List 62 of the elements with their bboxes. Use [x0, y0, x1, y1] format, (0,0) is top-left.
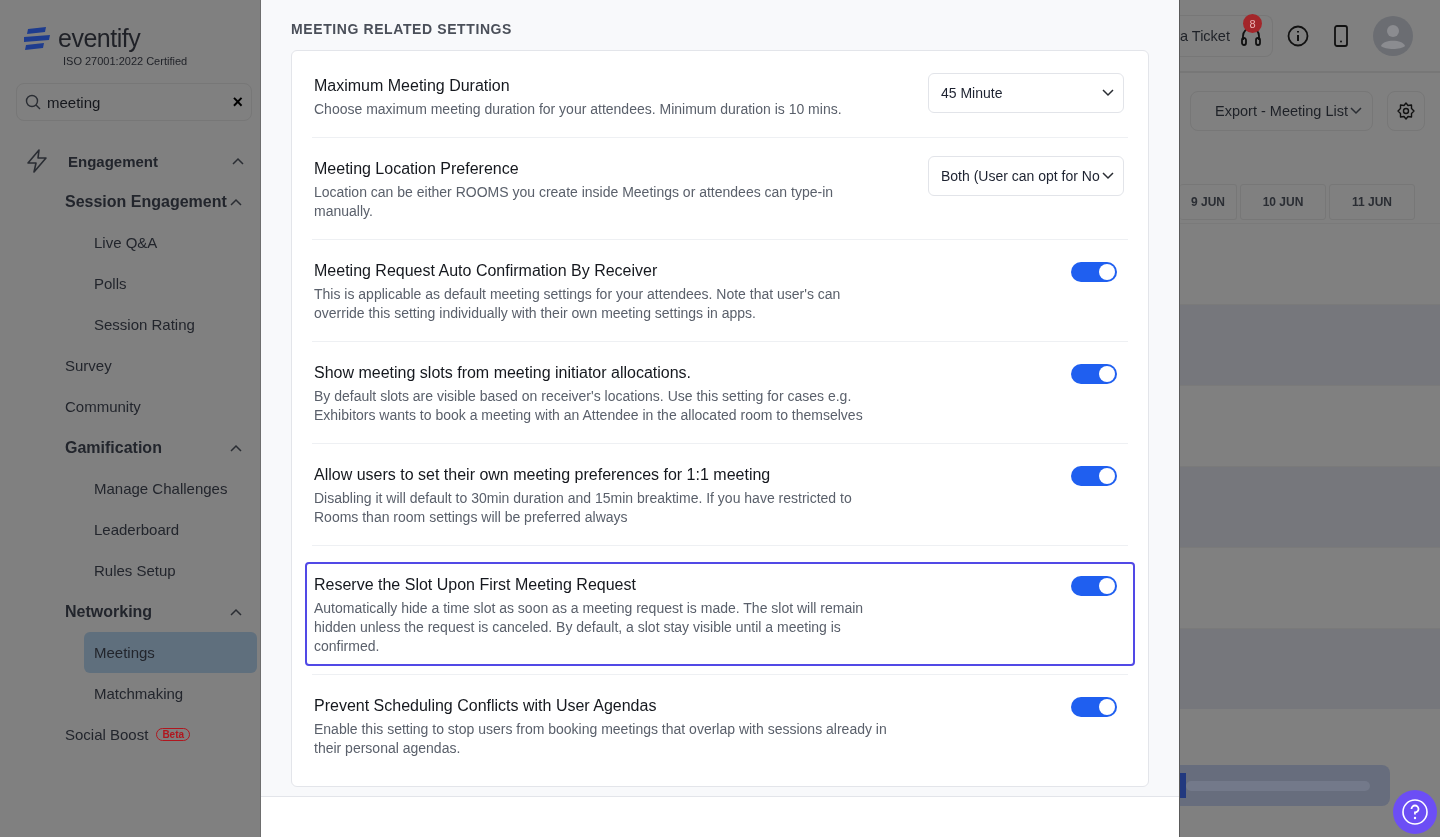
date-header: 11 JUN	[1329, 184, 1415, 220]
dropdown[interactable]: Both (User can opt for No	[928, 156, 1124, 196]
nav-item[interactable]: Community	[65, 398, 141, 415]
help-button[interactable]	[1393, 790, 1437, 834]
toggle-switch[interactable]	[1071, 364, 1117, 384]
search-icon	[25, 94, 41, 110]
setting-description: Enable this setting to stop users from booking meetings that overlap with sessions already in their personal agendas.	[314, 720, 888, 758]
toggle-switch[interactable]	[1071, 262, 1117, 282]
logo-text: eventify	[58, 24, 141, 53]
nav-section[interactable]: Engagement	[68, 152, 232, 170]
chevron-icon	[230, 197, 242, 206]
toggle-switch[interactable]	[1071, 697, 1117, 717]
setting-title: Meeting Request Auto Confirmation By Receiver	[314, 262, 659, 280]
export-dropdown[interactable]: Export - Meeting List	[1190, 91, 1373, 131]
settings-button[interactable]	[1387, 91, 1425, 131]
setting-description: Location can be either ROOMS you create inside Meetings or attendees can type-in manually.	[314, 183, 835, 221]
nav-group[interactable]: Networking	[65, 602, 230, 621]
nav-group[interactable]: Gamification	[65, 438, 230, 457]
nav-item[interactable]: Rules Setup	[84, 550, 257, 591]
setting-title: Maximum Meeting Duration	[314, 77, 511, 95]
setting-description: By default slots are visible based on receiver's locations. Use this setting for cases e.g. Exhibitors wants to book a meeting with an Attendee in the allocated room to themselves	[314, 387, 864, 425]
date-header: 9 JUN	[1180, 184, 1237, 220]
certification-text: ISO 27001:2022 Certified	[63, 55, 189, 67]
setting-title: Reserve the Slot Upon First Meeting Request	[314, 576, 637, 594]
info-icon[interactable]	[1286, 24, 1309, 47]
setting-title: Meeting Location Preference	[314, 160, 520, 178]
setting-description: Disabling it will default to 30min duration and 15min breaktime. If you have restricted to Rooms than room settings will be preferred always	[314, 489, 853, 527]
dropdown[interactable]: 45 Minute	[928, 73, 1124, 113]
nav-item[interactable]: Social Boost	[65, 726, 149, 743]
nav-item[interactable]: Survey	[65, 357, 112, 374]
nav-group[interactable]: Session Engagement	[65, 192, 230, 211]
help-icon	[1401, 798, 1429, 826]
nav-item[interactable]: Live Q&A	[84, 222, 257, 263]
date-header: 10 JUN	[1240, 184, 1326, 220]
clear-button[interactable]: ×	[232, 91, 243, 113]
chevron-icon	[1102, 172, 1114, 180]
nav-item[interactable]: Meetings	[84, 632, 257, 673]
setting-title: Allow users to set their own meeting preferences for 1:1 meeting	[314, 466, 772, 484]
nav-item[interactable]: Session Rating	[84, 304, 257, 345]
setting-description: This is applicable as default meeting settings for your attendees. Note that user's can override this setting individually with their own meeting settings in apps.	[314, 285, 842, 323]
chevron-icon	[1350, 107, 1362, 115]
logo-icon	[24, 26, 52, 51]
nav-item[interactable]: Leaderboard	[84, 509, 257, 550]
search-field[interactable]: meeting ×	[16, 83, 252, 121]
chevron-icon	[1102, 89, 1114, 97]
settings-icon	[1397, 102, 1415, 120]
setting-description: Choose maximum meeting duration for your attendees. Minimum duration is 10 mins.	[314, 100, 843, 119]
section-title: MEETING RELATED SETTINGS	[291, 21, 514, 37]
setting-description: Automatically hide a time slot as soon as a meeting request is made. The slot will remain hidden unless the request is canceled. By default, a slot stay visible until a meeting is confirmed.	[314, 599, 865, 656]
chevron-icon	[230, 443, 242, 452]
nav-item[interactable]: Matchmaking	[84, 673, 257, 714]
chevron-icon	[230, 607, 242, 616]
lightning-icon	[26, 149, 48, 173]
notification-badge: 8	[1243, 14, 1262, 33]
chevron-icon	[232, 157, 244, 165]
toggle-switch[interactable]	[1071, 576, 1117, 596]
toggle-switch[interactable]	[1071, 466, 1117, 486]
nav-item[interactable]: Polls	[84, 263, 257, 304]
setting-title: Prevent Scheduling Conflicts with User Agendas	[314, 697, 658, 715]
nav-item[interactable]: Manage Challenges	[84, 468, 257, 509]
setting-title: Show meeting slots from meeting initiator allocations.	[314, 364, 693, 382]
phone-icon[interactable]	[1332, 24, 1349, 47]
